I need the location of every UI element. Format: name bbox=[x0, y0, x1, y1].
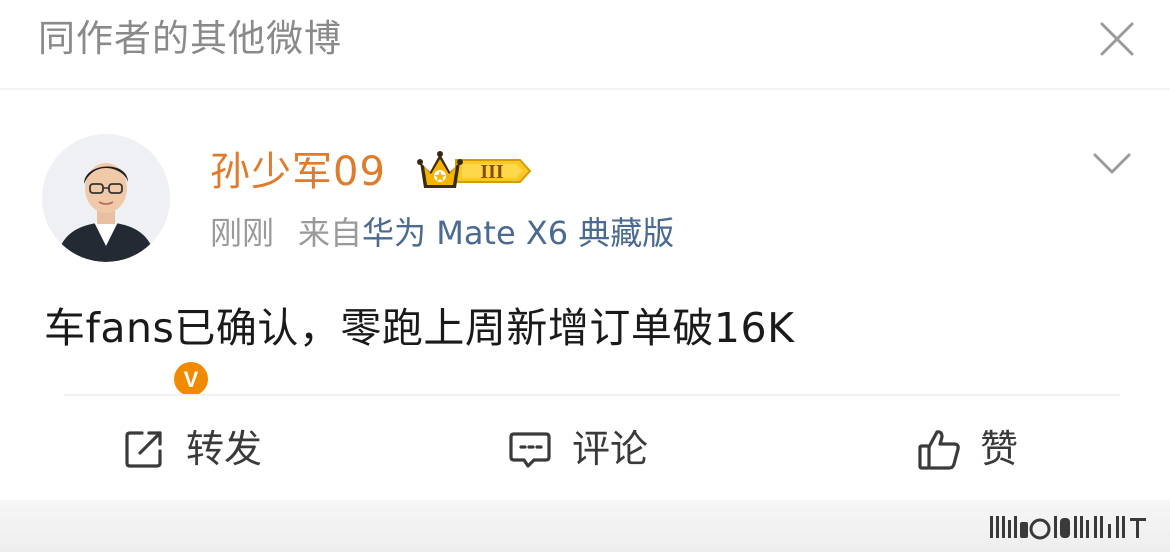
comment-icon bbox=[508, 427, 552, 471]
membership-level-text: III bbox=[480, 161, 504, 183]
post-meta: 刚刚 来自华为 Mate X6 典藏版 bbox=[210, 210, 674, 256]
chevron-down-icon[interactable] bbox=[1090, 146, 1134, 180]
repost-label: 转发 bbox=[186, 427, 263, 471]
verified-badge-letter: V bbox=[184, 367, 199, 392]
post-device-link[interactable]: 华为 Mate X6 典藏版 bbox=[362, 214, 674, 252]
comment-label: 评论 bbox=[572, 427, 649, 471]
bottom-bar bbox=[0, 500, 1170, 552]
post-source-prefix: 来自 bbox=[298, 214, 363, 252]
like-label: 赞 bbox=[980, 427, 1019, 471]
author-name[interactable]: 孙少军09 bbox=[210, 146, 386, 198]
post-text: 车fans已确认，零跑上周新增订单破16K bbox=[44, 304, 795, 352]
comment-button[interactable]: 评论 bbox=[508, 410, 648, 488]
page-title: 同作者的其他微博 bbox=[38, 17, 342, 60]
header-divider bbox=[0, 88, 1170, 90]
avatar-portrait bbox=[42, 134, 170, 262]
header: 同作者的其他微博 bbox=[0, 0, 1170, 84]
watermark-logo bbox=[990, 516, 1146, 540]
crown-icon[interactable]: III bbox=[416, 148, 534, 194]
weibo-post-page: 同作者的其他微博 V 孙少军09 III 刚刚 来自华为 Mate X6 典藏版… bbox=[0, 0, 1170, 552]
action-bar: 转发 评论 赞 bbox=[0, 410, 1170, 488]
thumbs-up-icon bbox=[916, 427, 960, 471]
repost-icon bbox=[122, 427, 166, 471]
repost-button[interactable]: 转发 bbox=[122, 410, 262, 488]
avatar[interactable]: V bbox=[42, 134, 212, 400]
post-time: 刚刚 bbox=[210, 214, 275, 252]
like-button[interactable]: 赞 bbox=[916, 410, 1018, 488]
close-icon[interactable] bbox=[1098, 20, 1136, 58]
actions-divider bbox=[64, 394, 1120, 396]
